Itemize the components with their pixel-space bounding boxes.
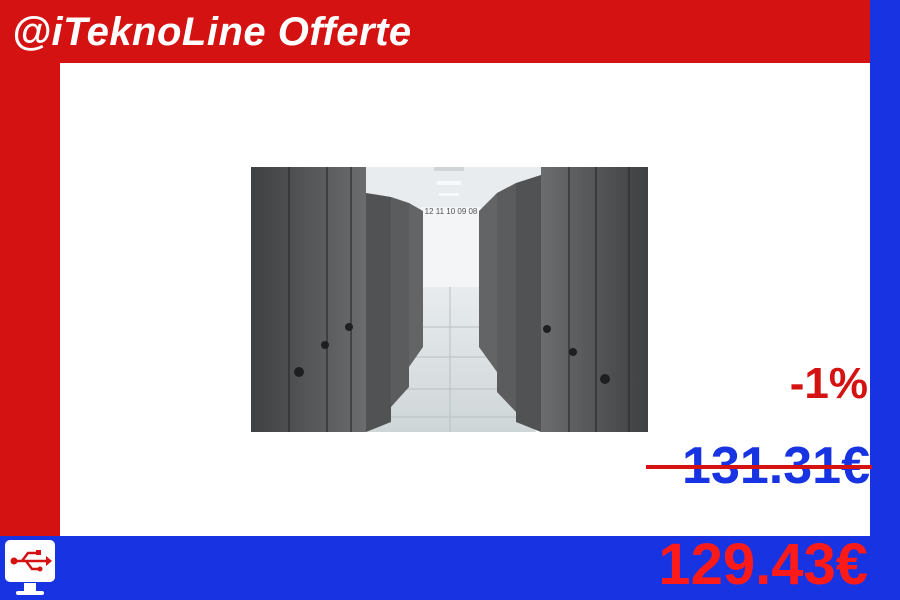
offer-card: @iTeknoLine Offerte 12 11 10 09 08 -1% 1… <box>0 0 900 600</box>
product-image[interactable]: 12 11 10 09 08 <box>251 167 648 432</box>
old-price-strikethrough <box>646 465 872 469</box>
discount-badge: -1% <box>789 359 868 408</box>
usb-monitor-icon <box>3 538 57 595</box>
rack-numbers-label: 12 11 10 09 08 <box>425 207 478 216</box>
brand-title: @iTeknoLine Offerte <box>12 10 412 54</box>
new-price: 129.43€ <box>658 532 868 597</box>
